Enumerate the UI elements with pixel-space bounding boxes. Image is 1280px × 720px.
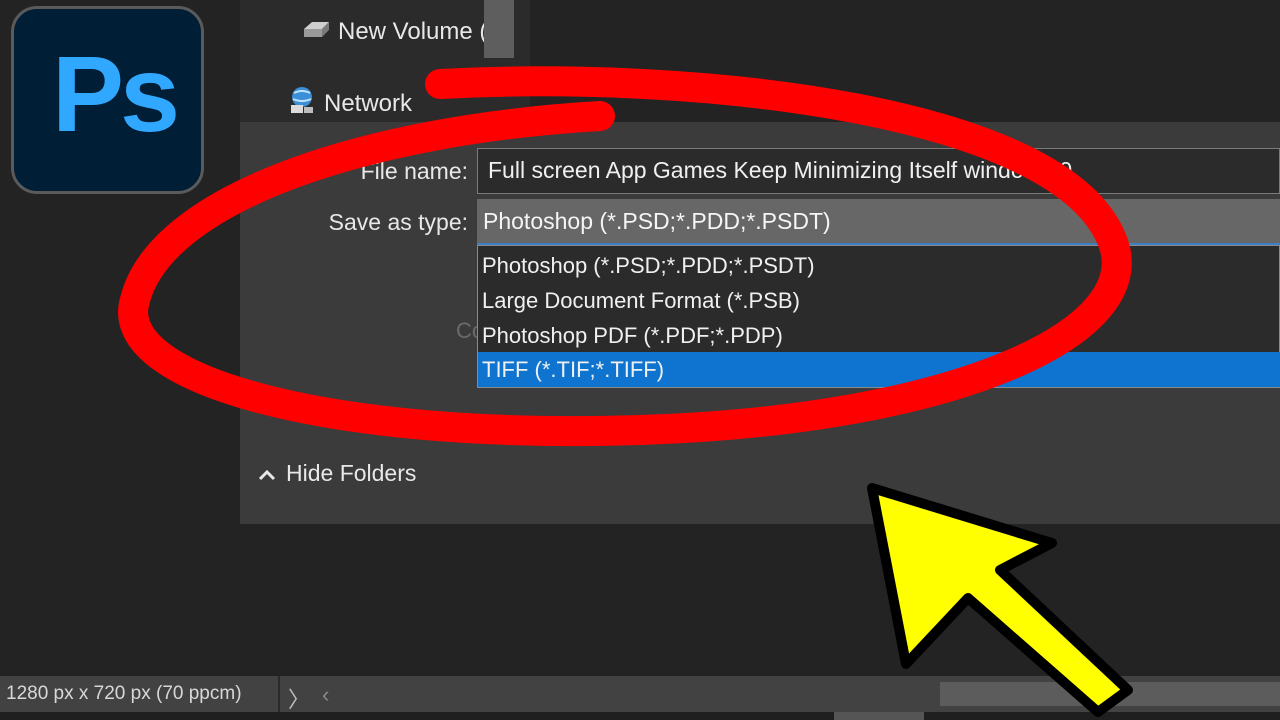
scroll-left-arrow[interactable]: ‹ — [322, 682, 329, 708]
dropdown-option-psb[interactable]: Large Document Format (*.PSB) — [478, 283, 1280, 318]
file-name-input[interactable]: Full screen App Games Keep Minimizing It… — [477, 148, 1280, 194]
hide-folders-button[interactable]: Hide Folders — [258, 460, 416, 487]
nav-item-new-volume[interactable]: New Volume (E — [302, 18, 503, 46]
photoshop-logo: Ps — [11, 6, 204, 194]
dropdown-option-pdf[interactable]: Photoshop PDF (*.PDF;*.PDP) — [478, 318, 1280, 353]
horizontal-scrollbar-thumb[interactable] — [940, 682, 1280, 706]
status-divider — [278, 676, 280, 712]
photoshop-logo-text: Ps — [52, 33, 180, 154]
nav-item-network[interactable]: Network — [288, 85, 412, 122]
document-info: 1280 px x 720 px (70 ppcm) — [6, 683, 242, 704]
save-as-type-label: Save as type: — [328, 209, 468, 235]
file-name-label: File name: — [360, 158, 468, 184]
nav-item-label: New Volume (E — [338, 18, 504, 45]
chevron-up-icon — [258, 460, 276, 487]
nav-item-label: Network — [324, 89, 413, 117]
bottom-scroll-thumb[interactable] — [834, 712, 924, 720]
bottom-strip — [0, 712, 1280, 720]
network-icon — [288, 85, 316, 122]
dropdown-option-psd[interactable]: Photoshop (*.PSD;*.PDD;*.PSDT) — [478, 248, 1280, 283]
save-as-type-dropdown: Photoshop (*.PSD;*.PDD;*.PSDT) Large Doc… — [477, 245, 1280, 388]
save-as-type-select[interactable]: Photoshop (*.PSD;*.PDD;*.PSDT) — [477, 199, 1280, 245]
status-expand-arrow[interactable]: 〉 — [288, 682, 310, 714]
hard-drive-icon — [302, 18, 330, 46]
hide-folders-label: Hide Folders — [286, 460, 417, 486]
nav-scrollbar-thumb[interactable] — [484, 0, 514, 58]
dropdown-option-tiff[interactable]: TIFF (*.TIF;*.TIFF) — [478, 352, 1280, 387]
